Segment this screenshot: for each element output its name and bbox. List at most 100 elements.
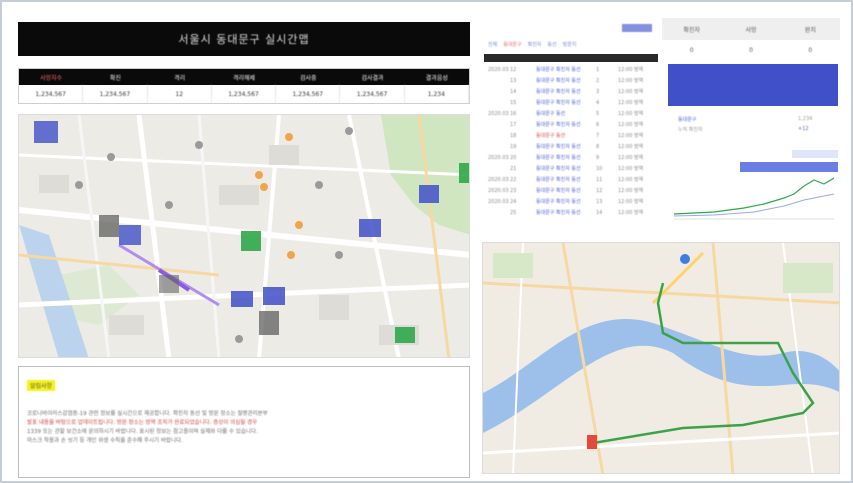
schedule-link[interactable]: 동대문구 확진자 동선: [536, 154, 596, 161]
schedule-row[interactable]: 18 동대문구 동선 7 12:00 방역: [484, 130, 658, 141]
schedule-top: [484, 18, 658, 38]
map-marker-green[interactable]: [459, 163, 469, 183]
schedule-row[interactable]: 2020.03 12 동대문구 확진자 동선 1 12:00 방역: [484, 64, 658, 75]
map-marker-blue[interactable]: [359, 219, 381, 237]
tab-route[interactable]: 동선: [547, 41, 556, 48]
schedule-link[interactable]: 동대문구 확진자 동선: [536, 88, 596, 95]
more-button[interactable]: [622, 24, 652, 32]
tab-district[interactable]: 동대문구: [503, 41, 521, 48]
notice-box: 알림사항 코로나바이러스감염증-19 관련 정보를 실시간으로 제공합니다. 확…: [18, 366, 470, 478]
map-marker-gray[interactable]: [99, 215, 119, 237]
stats-table: 사망자수 확진 격리 격리해제 검사중 검사결과 결과음성 1,234,567 …: [18, 68, 470, 104]
view-all-link[interactable]: [792, 150, 838, 158]
schedule-link[interactable]: 동대문구 확진자 동선: [536, 176, 596, 183]
schedule-row[interactable]: 17 동대문구 확진자 동선 6 12:00 방역: [484, 119, 658, 130]
schedule-link[interactable]: 동대문구 확진자 동선: [536, 187, 596, 194]
schedule-row[interactable]: 25 동대문구 확진자 동선 14 12:00 방역: [484, 207, 658, 218]
schedule-day: 21: [510, 165, 517, 172]
stats-value-cell: 1,234,567: [19, 85, 84, 103]
details-button[interactable]: [740, 162, 838, 172]
map-marker-blue[interactable]: [231, 291, 253, 307]
map-marker-gray[interactable]: [159, 275, 179, 293]
tab-cases[interactable]: 확진자: [528, 41, 542, 48]
kpi-header-cell: 사망: [745, 26, 757, 34]
city-route-map[interactable]: [482, 242, 840, 474]
schedule-day: 13: [510, 77, 517, 84]
app-window: 서울시 동대문구 실시간맵 사망자수 확진 격리 격리해제 검사중 검사결과 결…: [0, 0, 853, 483]
kpi-header-row: 확진자 사망 완치: [662, 18, 840, 40]
schedule-link[interactable]: 동대문구 동선: [536, 132, 596, 139]
district-map[interactable]: [18, 114, 470, 358]
schedule-row[interactable]: 15 동대문구 확진자 동선 4 12:00 방역: [484, 97, 658, 108]
district-map-canvas[interactable]: [19, 115, 470, 358]
schedule-row[interactable]: 2020.03 16 동대문구 동선 5 12:00 방역: [484, 108, 658, 119]
tab-all[interactable]: 전체: [488, 41, 497, 48]
tab-places[interactable]: 방문지: [563, 41, 577, 48]
schedule-link[interactable]: 동대문구 확진자 동선: [536, 121, 596, 128]
schedule-day: 17: [510, 121, 517, 128]
schedule-link[interactable]: 동대문구 동선: [536, 110, 596, 117]
city-route-map-canvas[interactable]: [483, 243, 840, 474]
schedule-link[interactable]: 동대문구 확진자 동선: [536, 99, 596, 106]
stats-header-row: 사망자수 확진 격리 격리해제 검사중 검사결과 결과음성: [19, 69, 469, 85]
schedule-day: 25: [510, 209, 517, 216]
schedule-row[interactable]: 2020.03 23 동대문구 확진자 동선 12 12:00 방역: [484, 185, 658, 196]
schedule-row[interactable]: 13 동대문구 확진자 동선 2 12:00 방역: [484, 75, 658, 86]
schedule-link[interactable]: 동대문구 확진자 동선: [536, 209, 596, 216]
schedule-day: 18: [510, 132, 517, 139]
schedule-status: 12:00 방역: [618, 100, 644, 106]
schedule-row[interactable]: 2020.03 24 동대문구 확진자 동선 13 12:00 방역: [484, 196, 658, 207]
schedule-date: 2020.03: [488, 198, 509, 205]
trend-widget: 동대문구 누적 확진자 1,234 +12: [668, 110, 838, 228]
schedule-tabs: 전체 동대문구 확진자 동선 방문지: [484, 38, 658, 50]
trend-change: +12: [798, 126, 809, 132]
schedule-row[interactable]: 21 동대문구 확진자 동선 10 12:00 방역: [484, 163, 658, 174]
schedule-link[interactable]: 동대문구 확진자 동선: [536, 143, 596, 150]
schedule-link[interactable]: 동대문구 확진자 동선: [536, 66, 596, 73]
map-marker-blue[interactable]: [34, 121, 58, 143]
schedule-status: 12:00 방역: [618, 78, 644, 84]
kpi-value-cell: 0: [689, 46, 694, 54]
stats-value-cell: 1,234,567: [276, 85, 341, 103]
trend-title: 동대문구: [678, 117, 697, 123]
map-marker-blue[interactable]: [263, 287, 285, 305]
notice-text: 코로나바이러스감염증-19 관련 정보를 실시간으로 제공합니다. 확진자 동선…: [27, 410, 461, 446]
schedule-date: 2020.03: [488, 187, 509, 194]
kpi-table: 확진자 사망 완치 0 0 0: [662, 18, 840, 64]
notice-tag: 알림사항: [27, 380, 56, 391]
map-pin-red[interactable]: [587, 435, 597, 449]
schedule-status: 12:00 방역: [618, 122, 644, 128]
schedule-link[interactable]: 동대문구 확진자 동선: [536, 77, 596, 84]
stats-value-row: 1,234,567 1,234,567 12 1,234,567 1,234,5…: [19, 85, 469, 103]
trend-value: 1,234: [798, 116, 813, 122]
schedule-count: 4: [596, 99, 600, 106]
map-marker-green[interactable]: [241, 231, 261, 251]
stats-value-cell: 1,234,567: [340, 85, 405, 103]
kpi-value-cell: 0: [808, 46, 813, 54]
schedule-count: 13: [596, 198, 603, 205]
schedule-status: 12:00 방역: [618, 89, 644, 95]
schedule-day: 12: [510, 66, 517, 73]
stats-header-cell: 격리: [174, 74, 186, 82]
page-title-bar: 서울시 동대문구 실시간맵: [18, 22, 470, 56]
map-marker-blue[interactable]: [119, 225, 141, 245]
map-marker-green[interactable]: [395, 327, 415, 343]
page-title: 서울시 동대문구 실시간맵: [178, 33, 310, 46]
map-marker-blue[interactable]: [419, 185, 439, 203]
map-marker-gray[interactable]: [259, 311, 279, 335]
stats-value-cell: 1,234,567: [212, 85, 277, 103]
schedule-row[interactable]: 19 동대문구 확진자 동선 8 12:00 방역: [484, 141, 658, 152]
schedule-day: 19: [510, 143, 517, 150]
schedule-link[interactable]: 동대문구 확진자 동선: [536, 198, 596, 205]
schedule-link[interactable]: 동대문구 확진자 동선: [536, 165, 596, 172]
trend-subtitle: 누적 확진자: [678, 127, 703, 133]
schedule-row[interactable]: 2020.03 22 동대문구 확진자 동선 11 12:00 방역: [484, 174, 658, 185]
schedule-count: 1: [596, 66, 600, 73]
schedule-status: 12:00 방역: [618, 144, 644, 150]
schedule-header: [484, 54, 658, 62]
schedule-row[interactable]: 14 동대문구 확진자 동선 3 12:00 방역: [484, 86, 658, 97]
schedule-count: 10: [596, 165, 603, 172]
map-pin-blue[interactable]: [680, 254, 690, 264]
summary-banner: [668, 64, 838, 106]
schedule-row[interactable]: 2020.03 20 동대문구 확진자 동선 9 12:00 방역: [484, 152, 658, 163]
